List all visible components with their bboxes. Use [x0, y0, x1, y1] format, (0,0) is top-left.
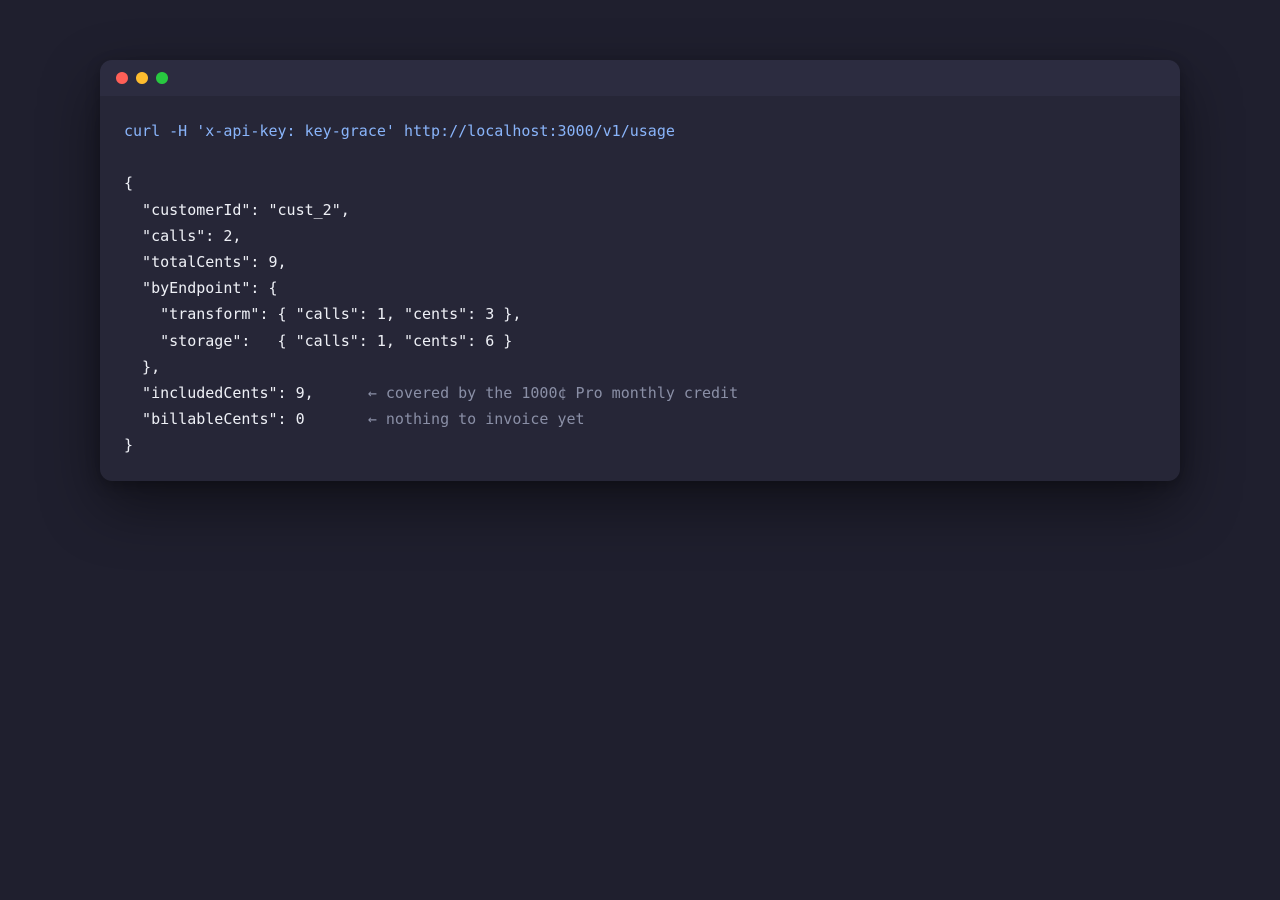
output-line: "includedCents": 9, ← covered by the 100… — [124, 380, 1156, 406]
terminal-content[interactable]: curl -H 'x-api-key: key-grace' http://lo… — [124, 118, 1156, 458]
terminal-window: curl -H 'x-api-key: key-grace' http://lo… — [100, 60, 1180, 481]
terminal-command: curl -H 'x-api-key: key-grace' http://lo… — [124, 122, 675, 140]
output-code: "customerId": "cust_2", — [124, 200, 350, 219]
output-code: "byEndpoint": { — [124, 279, 278, 298]
output-code: "totalCents": 9, — [124, 252, 287, 271]
output-code: }, — [124, 357, 161, 376]
output-line: } — [124, 432, 1156, 458]
output-code: "storage": { "calls": 1, "cents": 6 } — [124, 331, 513, 350]
output-line: "byEndpoint": { — [124, 275, 1156, 301]
output-code: "transform": { "calls": 1, "cents": 3 }, — [124, 305, 522, 324]
output-line: { — [124, 170, 1156, 196]
output-code: { — [124, 174, 134, 193]
maximize-window-icon[interactable] — [156, 72, 168, 84]
output-code: "includedCents": 9, — [124, 383, 368, 402]
output-line: "storage": { "calls": 1, "cents": 6 } — [124, 328, 1156, 354]
output-comment: ← covered by the 1000¢ Pro monthly credi… — [367, 383, 739, 402]
terminal-output: { "customerId": "cust_2", "calls": 2, "t… — [124, 170, 1156, 458]
output-code: "calls": 2, — [124, 226, 242, 245]
output-line: "customerId": "cust_2", — [124, 197, 1156, 223]
output-line: "billableCents": 0 ← nothing to invoice … — [124, 406, 1156, 432]
output-line: "calls": 2, — [124, 223, 1156, 249]
output-line: "totalCents": 9, — [124, 249, 1156, 275]
output-code: } — [124, 436, 134, 455]
minimize-window-icon[interactable] — [136, 72, 148, 84]
close-window-icon[interactable] — [116, 72, 128, 84]
output-line: "transform": { "calls": 1, "cents": 3 }, — [124, 301, 1156, 327]
output-code: "billableCents": 0 — [124, 410, 368, 429]
window-titlebar — [100, 60, 1180, 96]
output-line: }, — [124, 354, 1156, 380]
output-comment: ← nothing to invoice yet — [367, 410, 585, 429]
